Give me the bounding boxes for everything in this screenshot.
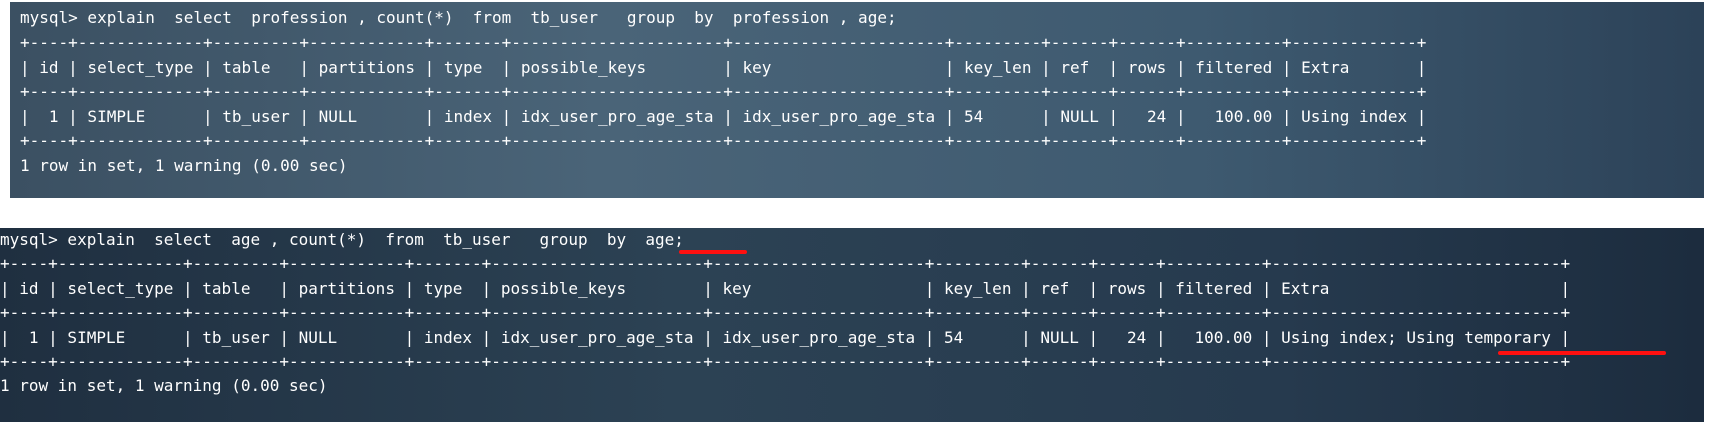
result-summary: 1 row in set, 1 warning (0.00 sec): [0, 376, 328, 395]
table-border-mid: +----+-------------+---------+----------…: [0, 303, 1571, 322]
command-line: mysql> explain select age , count(*) fro…: [0, 230, 684, 249]
result-summary: 1 row in set, 1 warning (0.00 sec): [20, 156, 348, 175]
table-header: | id | select_type | table | partitions …: [0, 279, 1571, 298]
table-border-bottom: +----+-------------+---------+----------…: [20, 131, 1427, 150]
table-border-top: +----+-------------+---------+----------…: [20, 33, 1427, 52]
table-border-mid: +----+-------------+---------+----------…: [20, 82, 1427, 101]
table-header: | id | select_type | table | partitions …: [20, 58, 1427, 77]
table-row: | 1 | SIMPLE | tb_user | NULL | index | …: [0, 328, 1571, 347]
terminal-output-1: mysql> explain select profession , count…: [10, 2, 1704, 198]
terminal-output-2: mysql> explain select age , count(*) fro…: [0, 228, 1704, 422]
table-border-bottom: +----+-------------+---------+----------…: [0, 352, 1571, 371]
command-line: mysql> explain select profession , count…: [20, 8, 897, 27]
table-border-top: +----+-------------+---------+----------…: [0, 254, 1571, 273]
table-row: | 1 | SIMPLE | tb_user | NULL | index | …: [20, 107, 1427, 126]
